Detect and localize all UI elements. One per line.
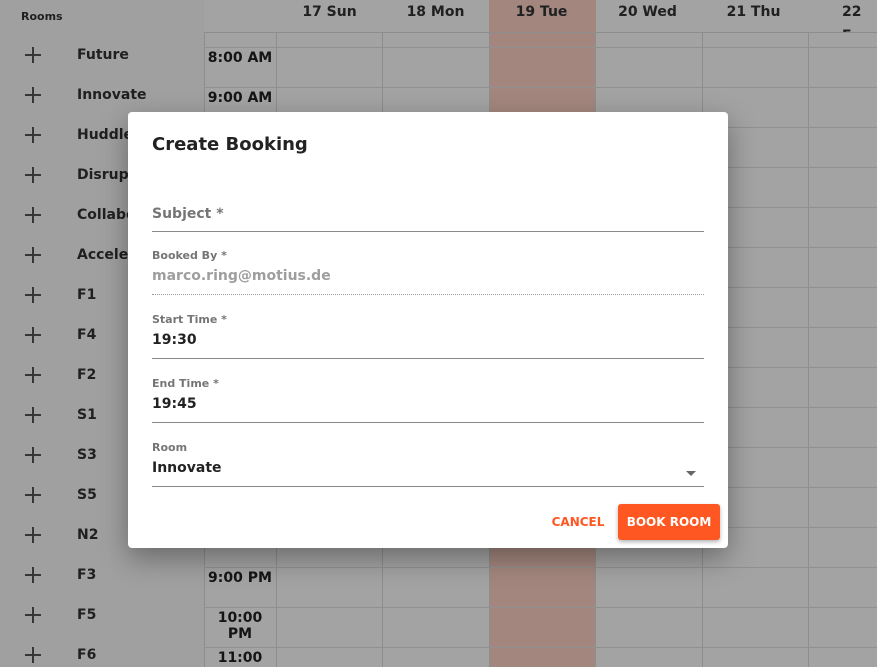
room-underline	[152, 486, 704, 487]
booked-by-underline	[152, 294, 704, 295]
start-time-field[interactable]: Start Time * 19:30	[152, 313, 704, 359]
room-label: Room	[152, 441, 188, 454]
end-time-underline	[152, 422, 704, 423]
end-time-label: End Time *	[152, 377, 219, 390]
start-time-label: Start Time *	[152, 313, 227, 326]
subject-field[interactable]: Subject *	[152, 206, 704, 232]
booked-by-value: marco.ring@motius.de	[152, 268, 331, 284]
end-time-field[interactable]: End Time * 19:45	[152, 377, 704, 423]
dropdown-arrow-icon[interactable]	[686, 471, 696, 476]
room-select[interactable]: Innovate	[152, 460, 704, 480]
booked-by-field: Booked By * marco.ring@motius.de	[152, 249, 704, 295]
subject-input[interactable]: Subject *	[152, 206, 704, 226]
booked-by-label: Booked By *	[152, 249, 227, 262]
room-select-field[interactable]: Room Innovate	[152, 441, 704, 487]
cancel-button[interactable]: CANCEL	[548, 504, 608, 540]
book-room-button[interactable]: BOOK ROOM	[618, 504, 720, 540]
start-time-underline	[152, 358, 704, 359]
create-booking-dialog: Create Booking Subject * Booked By * mar…	[128, 112, 728, 548]
dialog-title: Create Booking	[152, 134, 308, 155]
subject-underline	[152, 231, 704, 232]
start-time-input[interactable]: 19:30	[152, 332, 704, 352]
end-time-input[interactable]: 19:45	[152, 396, 704, 416]
